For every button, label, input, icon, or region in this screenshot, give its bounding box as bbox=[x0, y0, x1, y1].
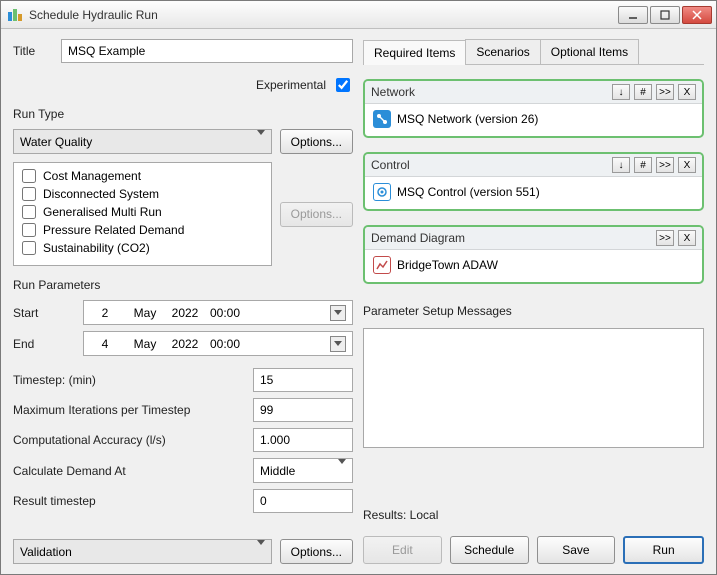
down-arrow-icon[interactable]: ↓ bbox=[612, 84, 630, 100]
checklist-options-button: Options... bbox=[280, 202, 353, 227]
demand-item[interactable]: BridgeTown ADAW bbox=[397, 258, 498, 272]
experimental-label: Experimental bbox=[256, 78, 326, 92]
tabs: Required Items Scenarios Optional Items bbox=[363, 39, 704, 65]
checklist-item: Generalised Multi Run bbox=[18, 203, 267, 221]
close-button[interactable] bbox=[682, 6, 712, 24]
remove-button[interactable]: X bbox=[678, 84, 696, 100]
run-type-value: Water Quality bbox=[20, 135, 92, 149]
checklist-checkbox[interactable] bbox=[22, 241, 36, 255]
network-icon bbox=[373, 110, 391, 128]
messages-box[interactable] bbox=[363, 328, 704, 448]
calcdemand-combo[interactable]: Middle bbox=[253, 458, 353, 483]
result-ts-label: Result timestep bbox=[13, 494, 253, 508]
hash-button[interactable]: # bbox=[634, 157, 652, 173]
network-box: Network ↓ # >> X MSQ Network (version 26… bbox=[363, 79, 704, 138]
calendar-icon[interactable] bbox=[330, 336, 346, 352]
control-header: Control bbox=[371, 158, 608, 172]
checklist-item: Pressure Related Demand bbox=[18, 221, 267, 239]
schedule-button[interactable]: Schedule bbox=[450, 536, 529, 564]
end-datetime[interactable]: 4 May 2022 00:00 bbox=[83, 331, 353, 356]
down-arrow-icon[interactable]: ↓ bbox=[612, 157, 630, 173]
remove-button[interactable]: X bbox=[678, 157, 696, 173]
run-parameters-header: Run Parameters bbox=[13, 278, 353, 292]
checklist-checkbox[interactable] bbox=[22, 169, 36, 183]
timestep-label: Timestep: (min) bbox=[13, 373, 253, 387]
chevron-down-icon bbox=[257, 130, 265, 149]
app-icon bbox=[7, 7, 23, 23]
checklist-item: Sustainability (CO2) bbox=[18, 239, 267, 257]
tab-required-items[interactable]: Required Items bbox=[363, 40, 466, 65]
control-item[interactable]: MSQ Control (version 551) bbox=[397, 185, 540, 199]
checklist-item: Cost Management bbox=[18, 167, 267, 185]
control-box: Control ↓ # >> X MSQ Control (version 55… bbox=[363, 152, 704, 211]
chevron-down-icon bbox=[338, 459, 346, 478]
checklist-checkbox[interactable] bbox=[22, 223, 36, 237]
minimize-button[interactable] bbox=[618, 6, 648, 24]
titlebar[interactable]: Schedule Hydraulic Run bbox=[1, 1, 716, 29]
checklist-item: Disconnected System bbox=[18, 185, 267, 203]
forward-button[interactable]: >> bbox=[656, 230, 674, 246]
calcdemand-label: Calculate Demand At bbox=[13, 464, 253, 478]
accuracy-input[interactable] bbox=[253, 428, 353, 452]
chevron-down-icon bbox=[257, 540, 265, 559]
timestep-input[interactable] bbox=[253, 368, 353, 392]
maxiter-label: Maximum Iterations per Timestep bbox=[13, 403, 253, 417]
remove-button[interactable]: X bbox=[678, 230, 696, 246]
tab-scenarios[interactable]: Scenarios bbox=[465, 39, 540, 64]
control-icon bbox=[373, 183, 391, 201]
demand-header: Demand Diagram bbox=[371, 231, 652, 245]
start-datetime[interactable]: 2 May 2022 00:00 bbox=[83, 300, 353, 325]
experimental-checkbox[interactable] bbox=[336, 78, 350, 92]
run-type-header: Run Type bbox=[13, 107, 353, 121]
calendar-icon[interactable] bbox=[330, 305, 346, 321]
checklist-checkbox[interactable] bbox=[22, 205, 36, 219]
end-label: End bbox=[13, 337, 83, 351]
maxiter-input[interactable] bbox=[253, 398, 353, 422]
validation-options-button[interactable]: Options... bbox=[280, 539, 353, 564]
result-ts-input[interactable] bbox=[253, 489, 353, 513]
checklist-checkbox[interactable] bbox=[22, 187, 36, 201]
demand-icon bbox=[373, 256, 391, 274]
maximize-button[interactable] bbox=[650, 6, 680, 24]
demand-box: Demand Diagram >> X BridgeTown ADAW bbox=[363, 225, 704, 284]
save-button[interactable]: Save bbox=[537, 536, 616, 564]
forward-button[interactable]: >> bbox=[656, 84, 674, 100]
results-label: Results: Local bbox=[363, 498, 704, 522]
hash-button[interactable]: # bbox=[634, 84, 652, 100]
run-type-options-button[interactable]: Options... bbox=[280, 129, 353, 154]
start-label: Start bbox=[13, 306, 83, 320]
edit-button: Edit bbox=[363, 536, 442, 564]
window-title: Schedule Hydraulic Run bbox=[29, 8, 618, 22]
run-type-combo[interactable]: Water Quality bbox=[13, 129, 272, 154]
network-header: Network bbox=[371, 85, 608, 99]
tab-optional-items[interactable]: Optional Items bbox=[540, 39, 639, 64]
title-label: Title bbox=[13, 44, 53, 58]
messages-header: Parameter Setup Messages bbox=[363, 304, 704, 318]
title-input[interactable] bbox=[61, 39, 353, 63]
run-type-checklist[interactable]: Cost Management Disconnected System Gene… bbox=[13, 162, 272, 266]
validation-combo[interactable]: Validation bbox=[13, 539, 272, 564]
network-item[interactable]: MSQ Network (version 26) bbox=[397, 112, 538, 126]
run-button[interactable]: Run bbox=[623, 536, 704, 564]
accuracy-label: Computational Accuracy (l/s) bbox=[13, 433, 253, 447]
forward-button[interactable]: >> bbox=[656, 157, 674, 173]
dialog-window: Schedule Hydraulic Run Title Experimenta… bbox=[0, 0, 717, 575]
